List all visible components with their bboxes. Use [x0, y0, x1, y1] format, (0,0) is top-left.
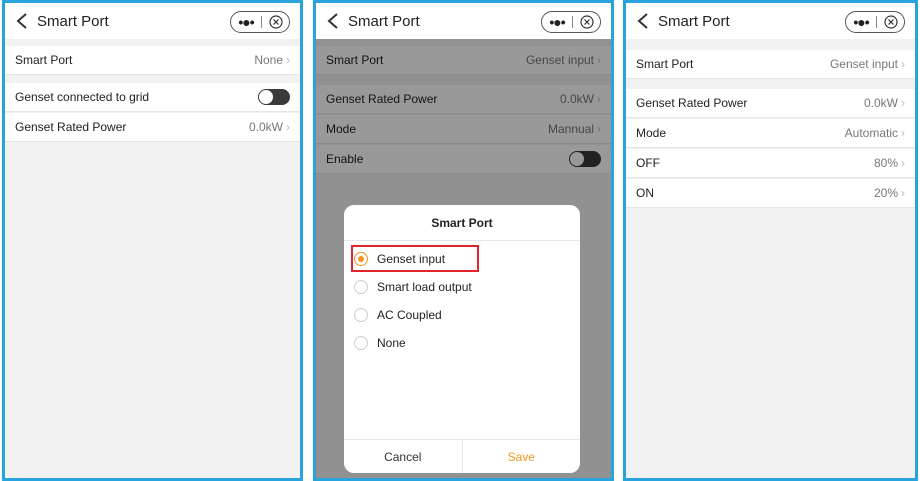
- row-value: 0.0kW: [863, 96, 898, 110]
- row-value: 0.0kW: [248, 120, 283, 134]
- title-bar: Smart Port •●•: [5, 3, 300, 39]
- chevron-right-icon: ›: [901, 186, 905, 200]
- page-title: Smart Port: [348, 12, 420, 30]
- option-label: AC Coupled: [377, 308, 442, 322]
- row-genset-connected-to-grid: Genset connected to grid: [5, 83, 300, 112]
- row-smart-port[interactable]: Smart Port None ›: [5, 46, 300, 75]
- title-bar: Smart Port •●•: [626, 3, 915, 39]
- menu-capsule: •●•: [541, 11, 601, 33]
- option-none[interactable]: None: [354, 332, 406, 354]
- chevron-right-icon: ›: [901, 96, 905, 110]
- option-label: None: [377, 336, 406, 350]
- more-menu-button[interactable]: •●•: [542, 13, 572, 31]
- row-label: Genset connected to grid: [15, 90, 150, 104]
- row-smart-port[interactable]: Smart Port Genset input ›: [626, 50, 915, 79]
- row-label: Mode: [636, 126, 667, 140]
- row-genset-rated-power[interactable]: Genset Rated Power 0.0kW ›: [5, 113, 300, 142]
- chevron-right-icon: ›: [286, 120, 290, 134]
- row-off[interactable]: OFF 80% ›: [626, 149, 915, 178]
- option-ac-coupled[interactable]: AC Coupled: [354, 304, 442, 326]
- row-mode[interactable]: Mode Automatic ›: [626, 119, 915, 148]
- cancel-button[interactable]: Cancel: [344, 440, 463, 473]
- more-menu-button[interactable]: •●•: [846, 13, 876, 31]
- more-menu-button[interactable]: •●•: [231, 13, 261, 31]
- back-icon[interactable]: [326, 12, 340, 30]
- row-label: Genset Rated Power: [636, 96, 748, 110]
- row-genset-rated-power[interactable]: Genset Rated Power 0.0kW ›: [626, 89, 915, 118]
- title-bar: Smart Port •●•: [316, 3, 611, 39]
- dialog-footer: Cancel Save: [344, 439, 580, 473]
- save-button[interactable]: Save: [463, 440, 581, 473]
- page-title: Smart Port: [658, 12, 730, 30]
- option-smart-load-output[interactable]: Smart load output: [354, 276, 472, 298]
- toggle-switch[interactable]: [258, 89, 290, 105]
- toggle-knob: [259, 90, 273, 104]
- page-title: Smart Port: [37, 12, 109, 30]
- close-circle-icon[interactable]: [573, 15, 600, 29]
- row-label: Smart Port: [15, 53, 73, 67]
- menu-capsule: •●•: [230, 11, 290, 33]
- chevron-right-icon: ›: [901, 57, 905, 71]
- screen-3: Smart Port •●• Smart Port Genset input ›…: [623, 0, 918, 481]
- row-on[interactable]: ON 20% ›: [626, 179, 915, 208]
- row-value: 20%: [873, 186, 898, 200]
- chevron-right-icon: ›: [901, 156, 905, 170]
- row-value: None: [254, 53, 283, 67]
- close-circle-icon[interactable]: [877, 15, 904, 29]
- back-icon[interactable]: [636, 12, 650, 30]
- row-value: Genset input: [829, 57, 898, 71]
- row-value: 80%: [873, 156, 898, 170]
- smart-port-dialog: Smart Port Genset input Smart load outpu…: [344, 205, 580, 473]
- chevron-right-icon: ›: [286, 53, 290, 67]
- selection-highlight-box: [351, 245, 479, 272]
- dialog-title: Smart Port: [344, 205, 580, 241]
- radio-icon: [354, 308, 368, 322]
- chevron-right-icon: ›: [901, 126, 905, 140]
- row-label: OFF: [636, 156, 660, 170]
- row-label: ON: [636, 186, 654, 200]
- row-label: Genset Rated Power: [15, 120, 127, 134]
- radio-icon: [354, 280, 368, 294]
- option-label: Smart load output: [377, 280, 472, 294]
- radio-icon: [354, 336, 368, 350]
- menu-capsule: •●•: [845, 11, 905, 33]
- back-icon[interactable]: [15, 12, 29, 30]
- close-circle-icon[interactable]: [262, 15, 289, 29]
- screen-2: Smart Port •●• Smart Port Genset input ›…: [313, 0, 614, 481]
- row-label: Smart Port: [636, 57, 694, 71]
- screen-1: Smart Port •●• Smart Port None › Genset …: [2, 0, 303, 481]
- row-value: Automatic: [844, 126, 898, 140]
